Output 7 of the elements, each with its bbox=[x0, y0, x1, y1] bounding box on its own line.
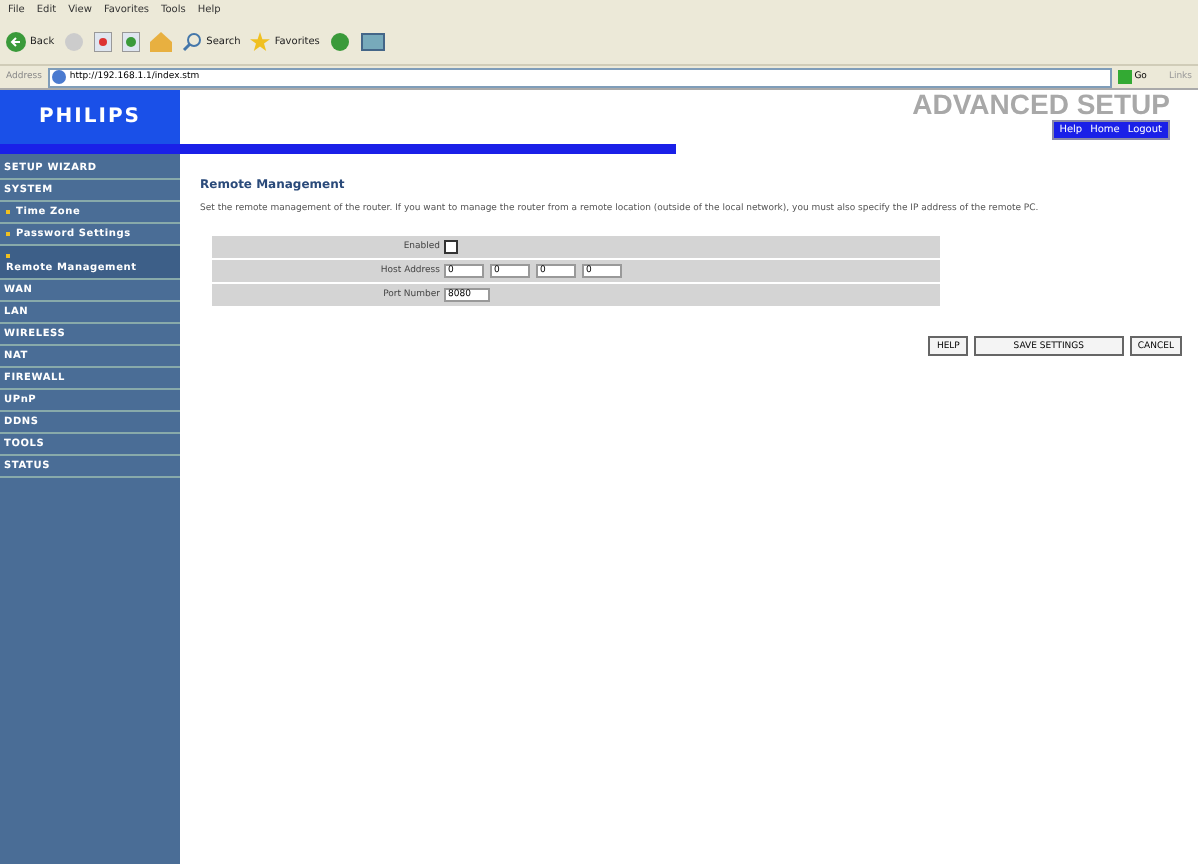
star-icon bbox=[250, 32, 271, 52]
logo: PHILIPS bbox=[0, 90, 180, 144]
search-icon bbox=[182, 32, 203, 52]
home-icon[interactable] bbox=[150, 32, 173, 52]
enabled-checkbox[interactable] bbox=[444, 240, 458, 254]
back-arrow-icon bbox=[6, 32, 26, 52]
page-heading: ADVANCED SETUP bbox=[912, 90, 1170, 118]
